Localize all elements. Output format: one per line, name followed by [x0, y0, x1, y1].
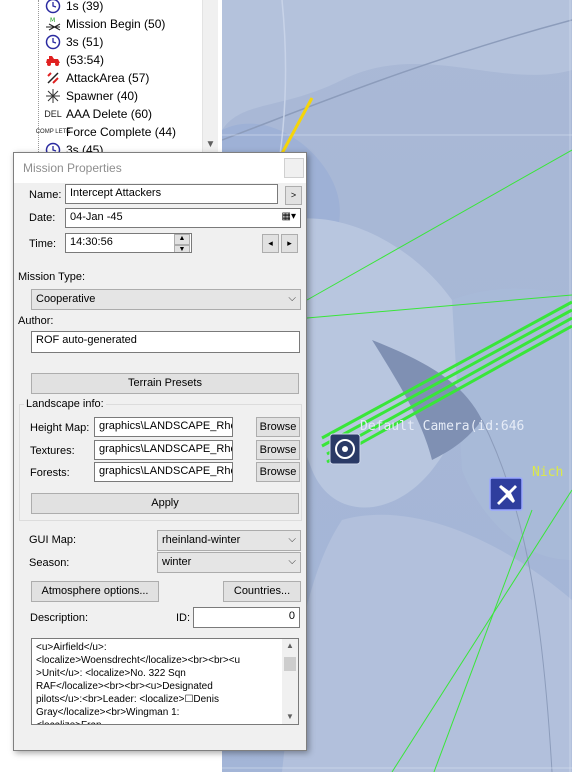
chevron-down-icon: ⌵ [288, 293, 296, 304]
terrain-presets-button[interactable]: Terrain Presets [31, 373, 299, 394]
tree-item-label: Force Complete (44) [66, 125, 177, 139]
calendar-dropdown-icon[interactable]: ▦▾ [282, 211, 296, 222]
plane-object-icon[interactable] [489, 477, 523, 511]
textures-browse-button[interactable]: Browse [256, 440, 300, 460]
forests-field[interactable]: graphics\LANDSCAPE_Rheir [94, 462, 233, 482]
scroll-up-arrow-icon[interactable]: ▲ [282, 639, 298, 653]
mission-type-label: Mission Type: [18, 271, 86, 283]
mission-begin-icon: M [44, 16, 62, 32]
tree-item[interactable]: COMP LETE Force Complete (44) [35, 123, 177, 141]
height-map-field[interactable]: graphics\LANDSCAPE_Rheir [94, 417, 233, 437]
gui-map-select[interactable]: rheinland-winter ⌵ [157, 530, 301, 551]
dialog-title: Mission Properties [23, 161, 122, 175]
countries-button[interactable]: Countries... [223, 581, 301, 602]
camera-object-icon[interactable] [329, 433, 361, 465]
tree-item[interactable]: 1s (39) [44, 0, 103, 15]
tree-item-label: 3s (45) [66, 143, 104, 152]
object-label: Nich [532, 465, 563, 480]
landscape-info-title: Landscape info: [24, 398, 106, 410]
height-map-label: Height Map: [30, 422, 90, 434]
id-field[interactable]: 0 [193, 607, 300, 628]
chevron-down-icon: ⌵ [288, 534, 296, 545]
spinner-down-icon[interactable]: ▼ [174, 245, 190, 252]
description-line: Gray</localize><br>Wingman 1: [36, 707, 180, 718]
attack-area-icon [44, 70, 62, 86]
delete-icon: DEL [44, 108, 62, 119]
scroll-thumb[interactable] [284, 657, 296, 671]
name-expand-button[interactable]: > [285, 186, 302, 205]
tree-item[interactable]: 3s (51) [44, 33, 103, 51]
tree-item-label: 1s (39) [66, 0, 104, 13]
time-label: Time: [29, 238, 57, 250]
description-line: <u>Airfield</u>: [36, 642, 107, 653]
scroll-down-arrow-icon[interactable]: ▼ [203, 137, 218, 152]
scroll-down-arrow-icon[interactable]: ▼ [282, 710, 298, 724]
red-vehicle-icon [44, 52, 62, 68]
height-map-browse-button[interactable]: Browse [256, 417, 300, 437]
camera-label: Default Camera(id:646 [360, 419, 524, 434]
mission-type-select[interactable]: Cooperative ⌵ [31, 289, 301, 310]
date-value: 04-Jan -45 [70, 211, 123, 223]
tree-item-label: Mission Begin (50) [66, 17, 166, 31]
forests-label: Forests: [30, 467, 70, 479]
textures-field[interactable]: graphics\LANDSCAPE_Rheir [94, 440, 233, 460]
description-label: Description: [30, 612, 89, 624]
tree-item-label: 3s (51) [66, 35, 104, 49]
name-label: Name: [29, 189, 62, 201]
clock-icon [44, 34, 62, 50]
spinner-up-icon[interactable]: ▲ [174, 234, 190, 245]
description-scrollbar[interactable]: ▲ ▼ [282, 639, 298, 724]
forests-browse-button[interactable]: Browse [256, 462, 300, 482]
tree-item[interactable]: M Mission Begin (50) [44, 15, 165, 33]
date-label: Date: [29, 212, 56, 224]
tree-item-label: Spawner (40) [66, 89, 139, 103]
close-button[interactable] [284, 158, 304, 178]
mission-type-value: Cooperative [36, 293, 96, 305]
tree-scrollbar[interactable]: ▼ [202, 0, 218, 152]
tree-item[interactable]: AttackArea (57) [44, 69, 149, 87]
season-label: Season: [29, 557, 70, 569]
apply-button[interactable]: Apply [31, 493, 299, 514]
chevron-down-icon: ⌵ [288, 556, 296, 567]
description-line: <localize>Fran [36, 719, 280, 724]
description-textarea[interactable]: <u>Airfield</u>: <localize>Woensdrecht</l… [31, 638, 299, 725]
gui-map-value: rheinland-winter [162, 534, 241, 546]
date-field[interactable]: 04-Jan -45 ▦▾ [65, 208, 301, 228]
dialog-titlebar[interactable]: Mission Properties [14, 153, 306, 183]
textures-label: Textures: [30, 445, 75, 457]
gui-map-label: GUI Map: [29, 534, 77, 546]
author-label: Author: [18, 315, 54, 327]
description-line: RAF</localize><br><br><u>Designated [36, 681, 213, 692]
time-prev-button[interactable]: ◂ [262, 234, 279, 253]
tree-item[interactable]: Spawner (40) [44, 87, 138, 105]
atmosphere-options-button[interactable]: Atmosphere options... [31, 581, 159, 602]
mission-object-tree[interactable]: 1s (39) M Mission Begin (50) 3s (51) (53:54)… [0, 0, 222, 152]
tree-item-label: AAA Delete (60) [66, 107, 153, 121]
season-value: winter [162, 556, 192, 568]
tree-item[interactable]: (53:54) [44, 51, 104, 69]
tree-item-label: (53:54) [66, 53, 105, 67]
id-label: ID: [176, 612, 191, 624]
spawner-icon [44, 88, 62, 104]
clock-icon [44, 142, 62, 152]
tree-item-label: AttackArea (57) [66, 71, 150, 85]
complete-icon: COMP LETE [35, 128, 71, 135]
time-next-button[interactable]: ▸ [281, 234, 298, 253]
author-field[interactable]: ROF auto-generated [31, 331, 300, 353]
tree-item[interactable]: 3s (45) [44, 141, 103, 152]
name-field[interactable]: Intercept Attackers [65, 184, 278, 204]
description-line: <localize>Woensdrecht</localize><br><br>… [36, 655, 241, 666]
season-select[interactable]: winter ⌵ [157, 552, 301, 573]
time-value: 14:30:56 [70, 236, 113, 248]
clock-icon [44, 0, 62, 14]
description-line: pilots</u>:<br>Leader: <localize>☐Denis [36, 694, 219, 705]
time-spinner[interactable]: ▲ ▼ [174, 234, 190, 252]
tree-item[interactable]: DEL AAA Delete (60) [44, 105, 152, 123]
svg-text:M: M [50, 17, 55, 24]
description-line: >Unit</u>: <localize>No. 322 Sqn [36, 668, 186, 679]
time-field[interactable]: 14:30:56 ▲ ▼ [65, 233, 192, 253]
mission-properties-dialog: Mission Properties Name: Intercept Attac… [13, 152, 307, 751]
